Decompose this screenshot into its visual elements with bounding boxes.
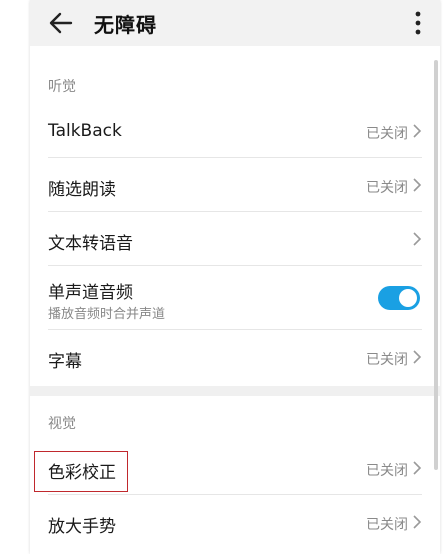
scrollbar[interactable] [434,60,438,470]
chevron-right-icon [413,178,422,192]
chevron-right-icon [413,124,422,138]
setting-row-select-to-speak[interactable]: 随选朗读 已关闭 [48,158,422,212]
status-text: 已关闭 [366,126,408,142]
status-text: 已关闭 [366,463,408,479]
toggle-knob [399,289,417,307]
section-label-hearing: 听觉 [48,79,76,95]
chevron-right-icon [413,461,422,475]
mono-audio-toggle[interactable] [378,286,420,310]
setting-row-magnification[interactable]: 放大手势 已关闭 [48,495,422,549]
status-text: 已关闭 [366,352,408,368]
setting-label: TalkBack [48,121,122,141]
setting-label: 字幕 [48,352,82,372]
settings-screen: 无障碍 听觉 TalkBack 已关闭 随选朗读 已关闭 文本转语音 单声道音频… [30,0,440,554]
setting-label: 放大手势 [48,517,116,537]
chevron-right-icon [413,350,422,364]
setting-label: 随选朗读 [48,180,116,200]
section-label-vision: 视觉 [48,416,76,432]
setting-row-mono-audio[interactable]: 单声道音频 播放音频时合并声道 [48,266,422,330]
setting-description: 播放音频时合并声道 [48,307,166,322]
setting-row-text-to-speech[interactable]: 文本转语音 [48,212,422,266]
section-divider [30,386,440,396]
top-bar: 无障碍 [30,0,440,46]
status-text: 已关闭 [366,180,408,196]
chevron-right-icon [413,515,422,529]
more-vertical-icon[interactable] [414,10,422,36]
status-text: 已关闭 [366,517,408,533]
setting-label: 单声道音频 [48,283,133,303]
setting-row-captions[interactable]: 字幕 已关闭 [48,330,422,384]
highlight-box [34,451,128,492]
page-title: 无障碍 [94,13,157,37]
chevron-right-icon [413,232,422,246]
setting-label: 文本转语音 [48,234,133,254]
arrow-left-icon[interactable] [47,9,75,37]
setting-row-talkback[interactable]: TalkBack 已关闭 [48,104,422,158]
